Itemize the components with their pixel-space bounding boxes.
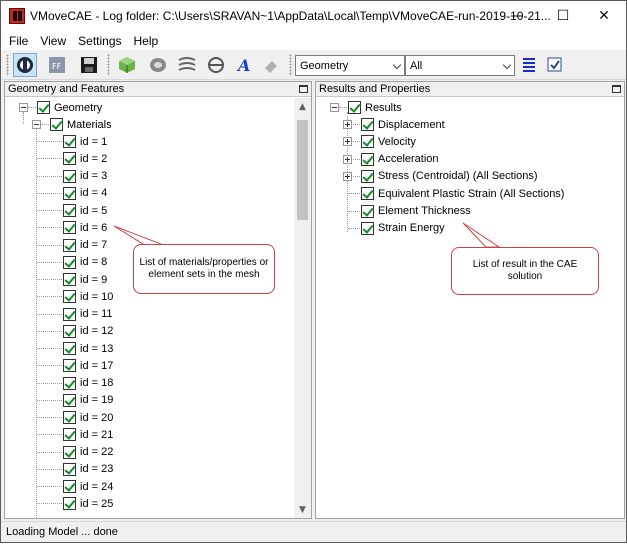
callout-text: List of materials/properties or element …: [139, 257, 269, 280]
app-window: VMoveCAE - Log folder: C:\Users\SRAVAN~1…: [0, 0, 627, 543]
results-callout: List of result in the CAE solution: [451, 247, 599, 295]
status-text: Loading Model ... done: [6, 526, 118, 538]
status-bar: Loading Model ... done: [1, 521, 626, 542]
callout-text: List of result in the CAE solution: [472, 259, 578, 282]
materials-callout: List of materials/properties or element …: [133, 244, 275, 294]
